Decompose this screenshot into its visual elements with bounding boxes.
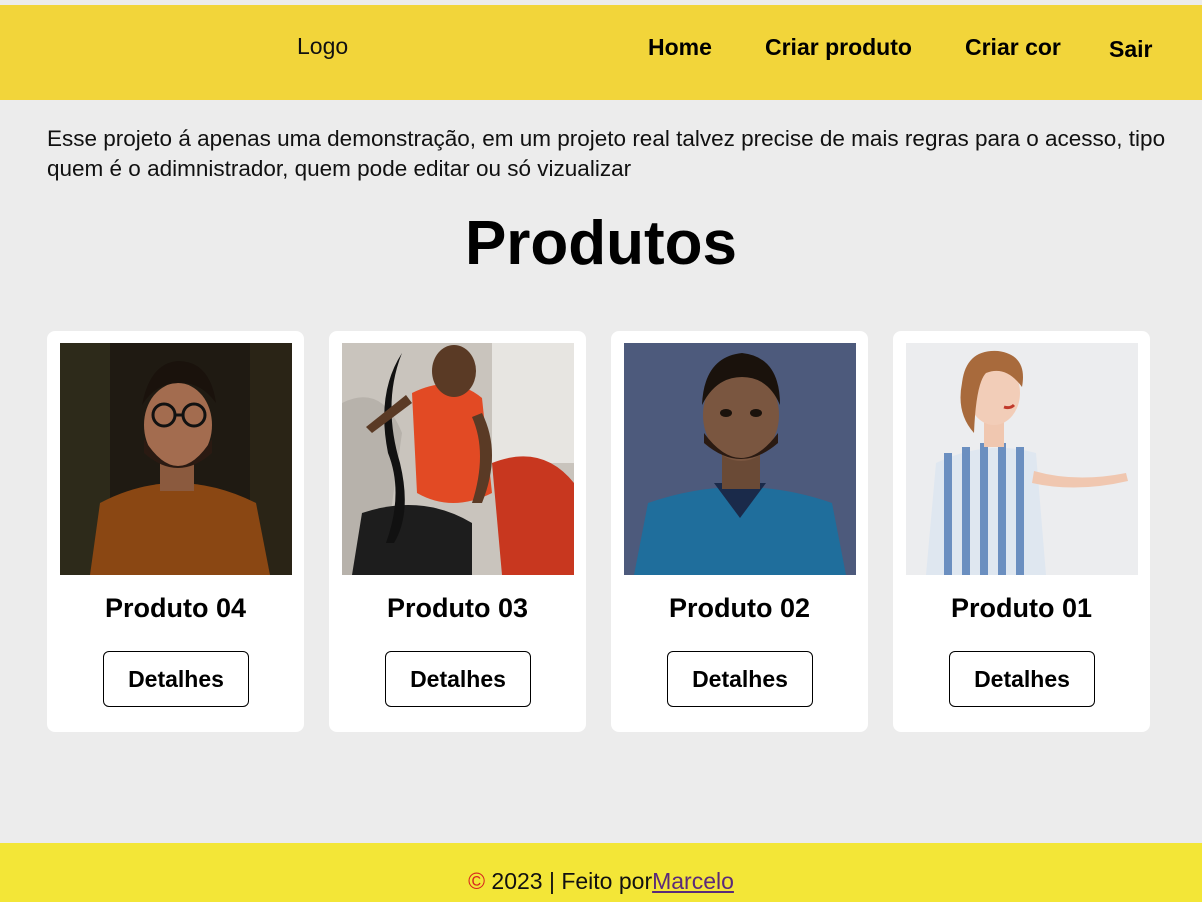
product-card: Produto 03 Detalhes — [329, 331, 586, 732]
product-name: Produto 04 — [104, 593, 246, 623]
demo-notice: Esse projeto á apenas uma demonstração, … — [47, 126, 1166, 181]
nav-link-sair[interactable]: Sair — [1109, 36, 1152, 63]
author-link[interactable]: Marcelo — [652, 868, 734, 894]
man-blue-shirt-image — [624, 343, 856, 575]
footer-text: © 2023 | Feito porMarcelo — [0, 868, 1202, 895]
product-grid: Produto 04 Detalhes Produto 03 Detalhes … — [47, 331, 1150, 732]
navbar: Logo Home Criar produto Criar cor Sair — [0, 5, 1202, 100]
logo[interactable]: Logo — [297, 33, 348, 60]
woman-striped-dress-image — [906, 343, 1138, 575]
product-name: Produto 03 — [386, 593, 528, 623]
page: Logo Home Criar produto Criar cor Sair E… — [0, 0, 1202, 902]
product-name: Produto 01 — [950, 593, 1092, 623]
product-photo-woman-car[interactable] — [342, 343, 574, 575]
nav-link-criar-produto[interactable]: Criar produto — [765, 34, 912, 61]
details-button[interactable]: Detalhes — [385, 651, 531, 707]
details-button[interactable]: Detalhes — [949, 651, 1095, 707]
product-name: Produto 02 — [668, 593, 810, 623]
nav-link-home[interactable]: Home — [648, 34, 712, 61]
product-card: Produto 01 Detalhes — [893, 331, 1150, 732]
copyright-icon: © — [468, 868, 486, 894]
nav-link-criar-cor[interactable]: Criar cor — [965, 34, 1061, 61]
product-photo-man-blue[interactable] — [624, 343, 856, 575]
product-photo-woman-striped[interactable] — [906, 343, 1138, 575]
details-button[interactable]: Detalhes — [103, 651, 249, 707]
man-glasses-image — [60, 343, 292, 575]
footer: © 2023 | Feito porMarcelo — [0, 843, 1202, 902]
product-card: Produto 04 Detalhes — [47, 331, 304, 732]
details-button[interactable]: Detalhes — [667, 651, 813, 707]
page-title: Produtos — [464, 209, 738, 278]
product-photo-man-glasses[interactable] — [60, 343, 292, 575]
product-card: Produto 02 Detalhes — [611, 331, 868, 732]
woman-car-image — [342, 343, 574, 575]
footer-credit: 2023 | Feito por — [485, 868, 653, 894]
